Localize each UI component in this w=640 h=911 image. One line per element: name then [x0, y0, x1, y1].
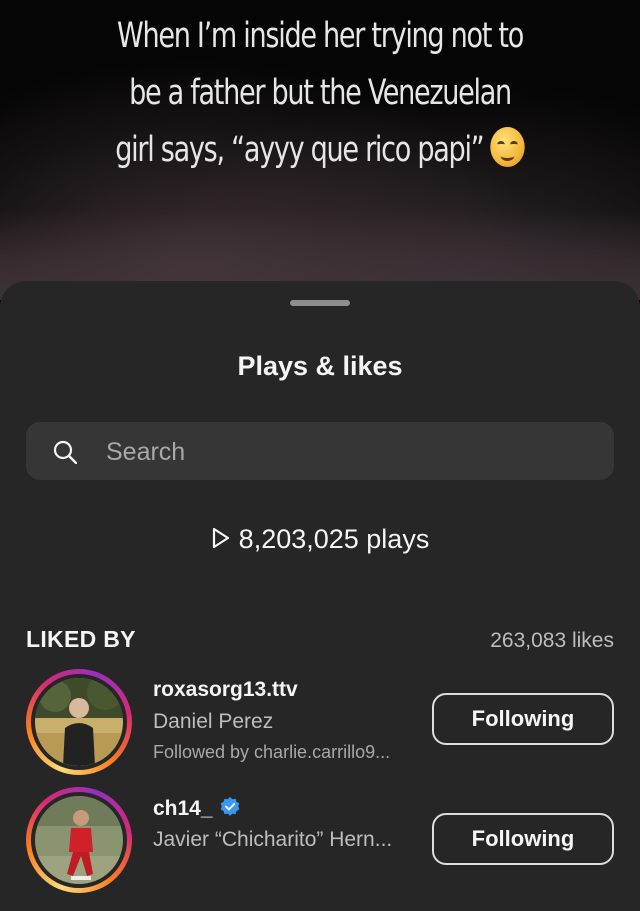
caption-line-2: be a father but the Venezuelan: [129, 73, 512, 113]
verified-badge-icon: [220, 797, 239, 816]
search-bar[interactable]: [26, 422, 614, 480]
video-background[interactable]: When I’m inside her trying not to be a f…: [0, 0, 640, 300]
play-icon: [212, 527, 229, 549]
username-wrap: ch14_: [153, 796, 241, 821]
avatar-photo: [35, 678, 123, 766]
caption-line-3: girl says, “ayyy que rico papi”: [115, 130, 484, 170]
username[interactable]: ch14_: [153, 797, 213, 820]
full-name: Daniel Perez: [153, 710, 274, 733]
video-caption: When I’m inside her trying not to be a f…: [62, 8, 578, 179]
following-button[interactable]: Following: [432, 693, 614, 745]
sheet-title: Plays & likes: [237, 351, 403, 381]
followed-by-text: Followed by charlie.carrillo9...: [153, 742, 391, 762]
following-button[interactable]: Following: [432, 813, 614, 865]
liked-user-row[interactable]: roxasorg13.ttv Daniel Perez Followed by …: [0, 669, 640, 781]
avatar-photo: [35, 796, 123, 884]
drag-handle[interactable]: [290, 300, 350, 306]
username[interactable]: roxasorg13.ttv: [153, 678, 298, 702]
plays-text: 8,203,025 plays: [238, 524, 430, 554]
liked-by-label: LIKED BY: [26, 626, 136, 652]
drooling-face-icon: [490, 127, 525, 167]
plays-likes-sheet: Plays & likes 8,203,025 plays LIKED BY 2…: [0, 281, 640, 911]
caption-line-3-wrap: girl says, “ayyy que rico papi”: [62, 122, 578, 179]
liked-by-header: LIKED BY 263,083 likes: [26, 626, 614, 653]
search-input[interactable]: [104, 432, 588, 472]
likes-count: 263,083 likes: [490, 629, 614, 652]
plays-count: 8,203,025 plays: [0, 524, 640, 555]
caption-line-1: When I’m inside her trying not to: [116, 16, 524, 56]
avatar[interactable]: [26, 787, 132, 893]
full-name: Javier “Chicharito” Hern...: [153, 828, 393, 851]
liked-user-row[interactable]: ch14_ Javier “Chicharito” Hern... Follow…: [0, 787, 640, 899]
search-icon: [53, 440, 77, 464]
avatar[interactable]: [26, 669, 132, 775]
